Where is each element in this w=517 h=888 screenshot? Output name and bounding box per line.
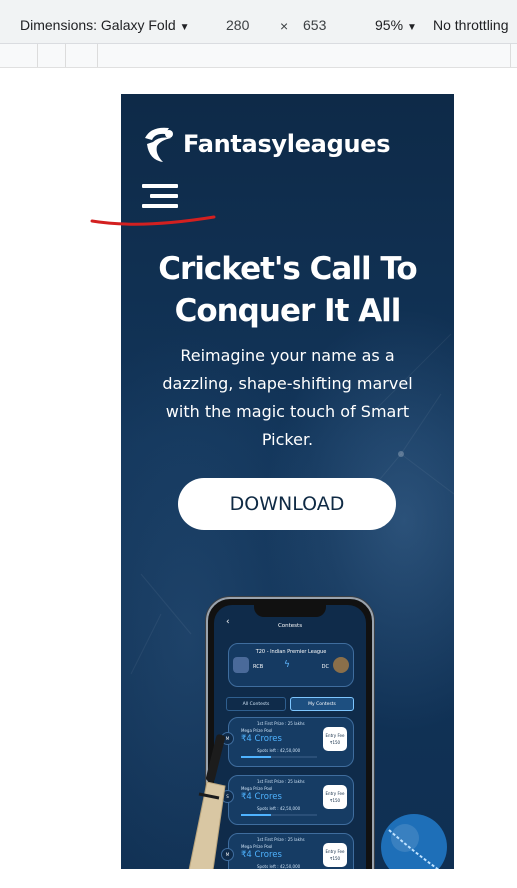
first-prize: 1st First Prize : 25 lakhs: [257, 837, 305, 842]
contest-tabs: All Contests My Contests: [226, 697, 354, 711]
prize-amount: ₹4 Crores: [241, 850, 282, 860]
dimension-separator: ×: [280, 18, 289, 34]
prize-amount: ₹4 Crores: [241, 734, 282, 744]
spots-left: Spots left : 42,50,000: [257, 748, 301, 753]
prize-pool-label: Mega Prize Pool: [241, 844, 273, 849]
team-logo-icon: [233, 657, 249, 673]
hero-subtitle-line: with the magic touch of Smart: [165, 402, 410, 421]
media-query-segment[interactable]: [97, 44, 98, 67]
prize-pool-label: Mega Prize Pool: [241, 728, 273, 733]
media-query-segment[interactable]: [37, 44, 38, 67]
entry-fee-label: Entry Fee: [325, 849, 345, 854]
team-name: RCB: [253, 664, 264, 670]
hero-title-line: Conquer It All: [174, 293, 402, 329]
entry-fee-value: ₹150: [329, 856, 341, 861]
contest-card: M 1st First Prize : 25 lakhs Mega Prize …: [221, 833, 354, 869]
first-prize: 1st First Prize : 25 lakhs: [257, 779, 305, 784]
viewport-height-input[interactable]: 653: [303, 17, 326, 33]
tab-all-contests: All Contests: [226, 697, 286, 711]
device-dimensions-dropdown[interactable]: Dimensions: Galaxy Fold ▼: [20, 17, 190, 33]
cricket-bat-icon: [188, 734, 226, 869]
spots-progress: [241, 814, 317, 816]
versus-icon: ϟ: [284, 660, 290, 670]
league-name: T20 - Indian Premier League: [255, 649, 327, 655]
media-query-bar: [0, 44, 517, 68]
brand-logo[interactable]: Fantasyleagues: [141, 122, 391, 166]
hero-title-line: Cricket's Call To: [158, 251, 417, 287]
prize-amount: ₹4 Crores: [241, 792, 282, 802]
hero-subtitle-line: dazzling, shape-shifting marvel: [162, 374, 413, 393]
spots-left: Spots left : 42,50,000: [257, 864, 301, 869]
device-viewport: Fantasyleagues Cricket's Call To Conquer…: [121, 94, 454, 869]
screen-title: Contests: [277, 623, 303, 629]
hero-title: Cricket's Call To Conquer It All: [121, 248, 454, 332]
spots-left: Spots left : 42,50,000: [257, 806, 301, 811]
dropdown-caret-icon: ▼: [407, 22, 417, 33]
throttling-dropdown[interactable]: No throttling: [433, 17, 508, 33]
dropdown-caret-icon: ▼: [179, 22, 190, 33]
hamburger-menu-icon[interactable]: [142, 184, 178, 210]
first-prize: 1st First Prize : 25 lakhs: [257, 721, 305, 726]
viewport-width-input[interactable]: 280: [226, 17, 249, 33]
contest-card: M 1st First Prize : 25 lakhs Mega Prize …: [221, 717, 354, 767]
brand-logo-icon: [145, 127, 173, 162]
spots-progress: [241, 756, 317, 758]
entry-fee-value: ₹150: [329, 740, 341, 745]
zoom-label: 95%: [375, 17, 404, 33]
device-dimensions-label: Dimensions: Galaxy Fold: [20, 17, 176, 33]
entry-fee-box: Entry Fee ₹150: [323, 843, 347, 867]
annotation-underline: [90, 215, 216, 226]
brand-name: Fantasyleagues: [183, 130, 391, 158]
entry-fee-label: Entry Fee: [325, 733, 345, 738]
contest-card: S 1st First Prize : 25 lakhs Mega Prize …: [221, 775, 354, 825]
cricket-ball-icon: [381, 814, 447, 869]
match-card: T20 - Indian Premier League RCB ϟ DC: [228, 643, 354, 687]
hero-subtitle-line: Picker.: [261, 430, 314, 449]
team-logo-icon: [333, 657, 349, 673]
hero-subtitle: Reimagine your name as a dazzling, shape…: [143, 342, 432, 454]
zoom-dropdown[interactable]: 95% ▼: [375, 17, 417, 33]
team-name: DC: [321, 664, 329, 670]
phone-notch: [254, 605, 326, 617]
devtools-toolbar: Dimensions: Galaxy Fold ▼ 280 × 653 95% ▼ …: [0, 0, 517, 44]
media-query-segment[interactable]: [65, 44, 66, 67]
entry-fee-value: ₹150: [329, 798, 341, 803]
entry-fee-box: Entry Fee ₹150: [323, 727, 347, 751]
prize-pool-label: Mega Prize Pool: [241, 786, 273, 791]
entry-fee-box: Entry Fee ₹150: [323, 785, 347, 809]
tab-my-contests: My Contests: [290, 697, 354, 711]
media-query-segment[interactable]: [510, 44, 511, 67]
hero-subtitle-line: Reimagine your name as a: [180, 346, 395, 365]
download-button[interactable]: DOWNLOAD: [178, 478, 396, 530]
entry-fee-label: Entry Fee: [325, 791, 345, 796]
